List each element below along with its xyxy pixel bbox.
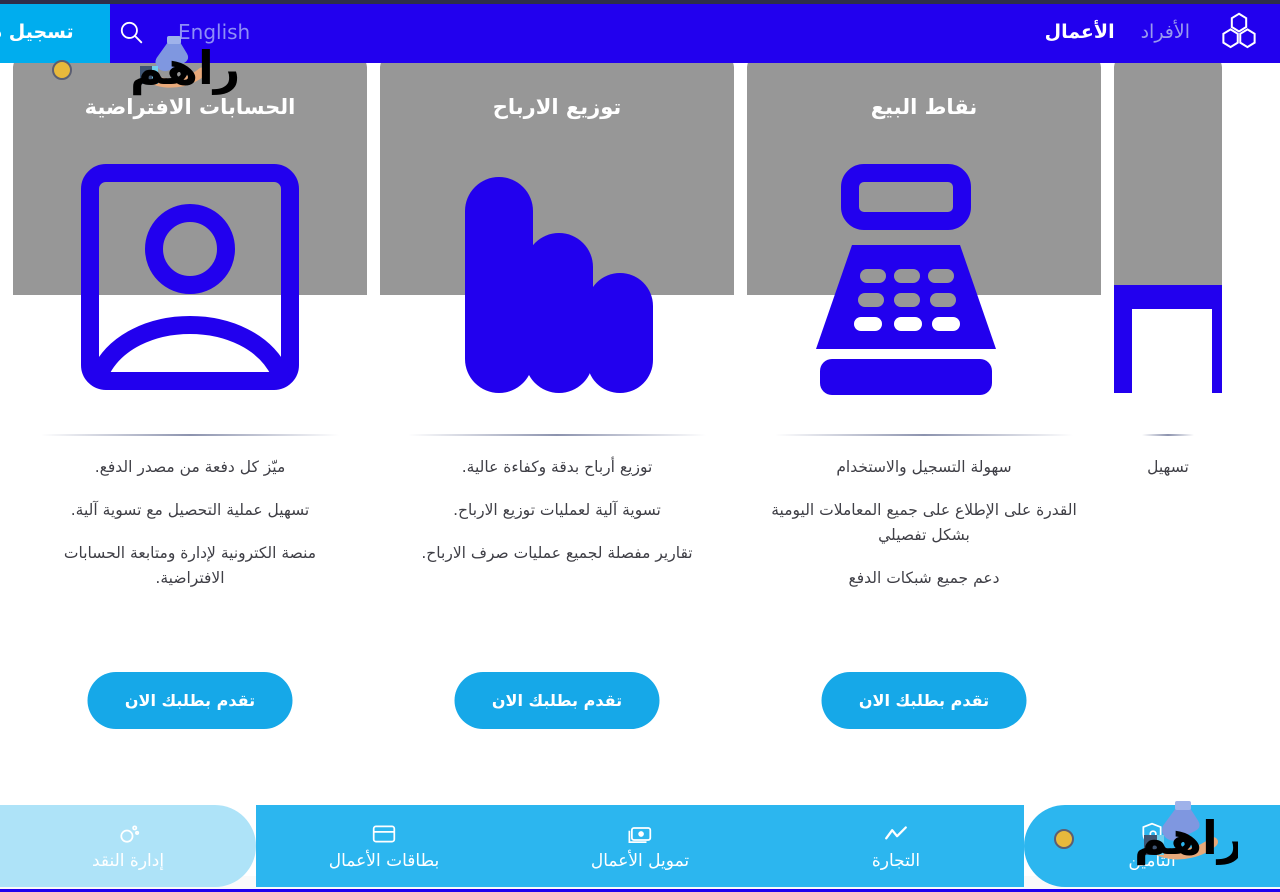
- login-button[interactable]: تسجيل د: [0, 0, 110, 63]
- product-card-carousel: الحسابات الافتراضية ميّز كل دفعة من مصدر…: [0, 57, 1280, 792]
- card-bullet: تسوية آلية لعمليات توزيع الارباح.: [453, 501, 661, 520]
- cash-management-icon: [115, 821, 141, 847]
- card-media: توزيع الارباح: [380, 57, 734, 295]
- bottom-nav-item-cash-management[interactable]: إدارة النقد: [0, 805, 256, 887]
- bottom-nav-label: إدارة النقد: [91, 851, 165, 871]
- card-title: نقاط البيع: [870, 95, 978, 119]
- bottom-service-nav: إدارة النقد بطاقات الأعمال تمويل الأعمال: [0, 805, 1280, 887]
- card-divider: [41, 434, 339, 436]
- card-bullet: تسهيل عملية التحصيل مع تسوية آلية.: [70, 501, 310, 520]
- insurance-shield-icon: [1139, 821, 1165, 847]
- nav-link-amal[interactable]: الأعمال: [1045, 21, 1115, 43]
- login-button-label: تسجيل د: [0, 20, 74, 43]
- business-finance-icon: [627, 821, 653, 847]
- bottom-nav-label: التجارة: [871, 851, 921, 871]
- card-divider: [1142, 434, 1194, 436]
- card-bullet: دعم جميع شبكات الدفع: [848, 569, 1000, 588]
- card-title: توزيع الارباح: [492, 95, 622, 119]
- card-body: توزيع أرباح بدقة وكفاءة عالية. تسوية آلي…: [404, 455, 710, 584]
- trade-trendline-icon: [883, 821, 909, 847]
- bottom-nav-item-trade[interactable]: التجارة: [768, 805, 1024, 887]
- card-bullet: القدرة على الإطلاع على جميع المعاملات ال…: [771, 501, 1077, 545]
- card-bullet: سهولة التسجيل والاستخدام: [836, 458, 1012, 476]
- business-card-icon: [371, 821, 397, 847]
- card-body: سهولة التسجيل والاستخدام القدرة على الإط…: [771, 455, 1077, 609]
- card-bullet: ميّز كل دفعة من مصدر الدفع.: [94, 458, 286, 476]
- search-icon[interactable]: [118, 19, 144, 45]
- language-switch-link[interactable]: English: [178, 20, 250, 44]
- card-media: الحسابات الافتراضية: [13, 57, 367, 295]
- card-body: تسهيل: [1138, 455, 1198, 498]
- header-left-group: English: [118, 0, 250, 63]
- bottom-nav-item-business-cards[interactable]: بطاقات الأعمال: [256, 805, 512, 887]
- al-rajhi-logo-icon[interactable]: [1216, 9, 1262, 55]
- card-bullet: تقارير مفصلة لجميع عمليات صرف الارباح.: [421, 544, 693, 563]
- card-bullet: تسهيل: [1147, 458, 1189, 476]
- window-top-edge: [0, 0, 1280, 4]
- card-bullet: توزيع أرباح بدقة وكفاءة عالية.: [461, 458, 653, 476]
- site-header: تسجيل د English الأفراد الأعمال: [0, 0, 1280, 63]
- card-media: نقاط البيع: [747, 57, 1101, 295]
- card-profit-distribution[interactable]: توزيع الارباح توزيع أرباح بدقة وكفاءة عا…: [380, 57, 734, 792]
- card-next-partial[interactable]: تسهيل: [1114, 57, 1222, 792]
- nav-link-afrad[interactable]: الأفراد: [1141, 21, 1190, 43]
- bottom-nav-item-business-finance[interactable]: تمويل الأعمال: [512, 805, 768, 887]
- bottom-nav-label: التأمين: [1128, 851, 1176, 871]
- bottom-nav-label: تمويل الأعمال: [590, 851, 690, 871]
- apply-now-button[interactable]: تقدم بطلبك الان: [821, 672, 1027, 729]
- card-media: [1114, 57, 1222, 295]
- card-title: الحسابات الافتراضية: [84, 95, 296, 119]
- header-right-group: الأفراد الأعمال: [1045, 0, 1262, 63]
- card-virtual-accounts[interactable]: الحسابات الافتراضية ميّز كل دفعة من مصدر…: [13, 57, 367, 792]
- bottom-nav-label: بطاقات الأعمال: [328, 851, 440, 871]
- card-divider: [775, 434, 1073, 436]
- card-point-of-sale[interactable]: نقاط البيع سهولة التسجيل والاستخدام القد…: [747, 57, 1101, 792]
- bottom-nav-item-insurance[interactable]: التأمين: [1024, 805, 1280, 887]
- card-body: ميّز كل دفعة من مصدر الدفع. تسهيل عملية …: [37, 455, 343, 609]
- card-divider: [408, 434, 706, 436]
- card-bullet: منصة الكترونية لإدارة ومتابعة الحسابات ا…: [63, 544, 317, 588]
- apply-now-button[interactable]: تقدم بطلبك الان: [87, 672, 293, 729]
- apply-now-button[interactable]: تقدم بطلبك الان: [454, 672, 660, 729]
